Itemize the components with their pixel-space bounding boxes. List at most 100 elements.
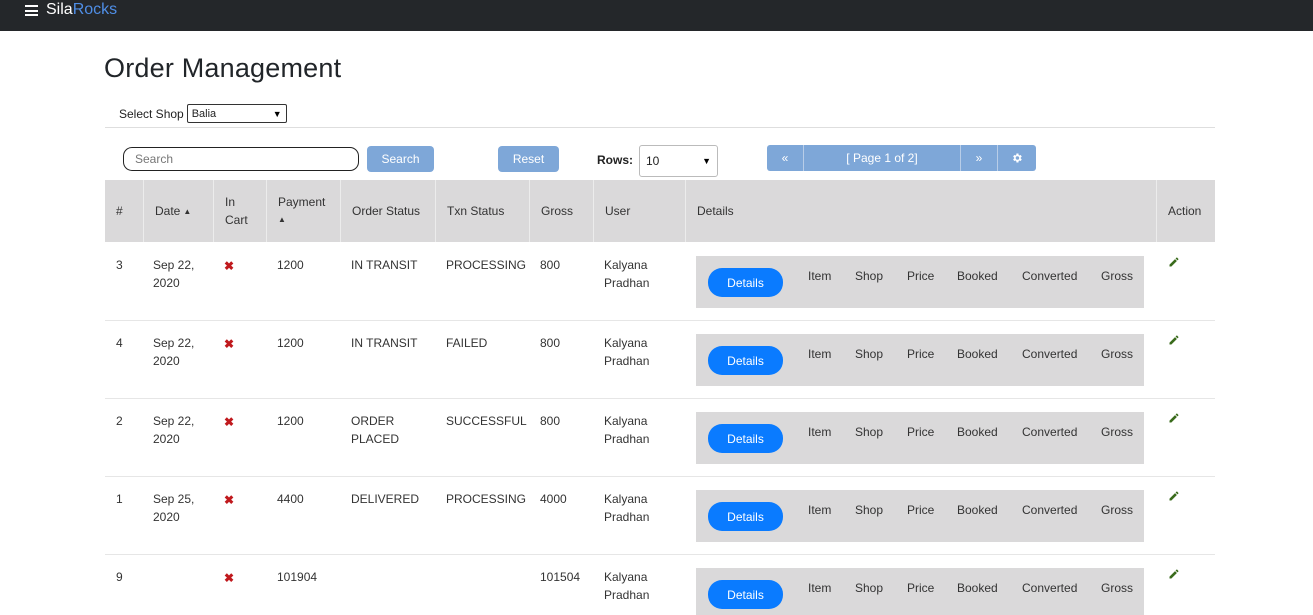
details-header-booked: Booked (957, 581, 998, 595)
cell-payment: 1200 (277, 336, 304, 350)
cell-date-line: 2020 (153, 510, 180, 524)
gear-button[interactable] (998, 145, 1036, 171)
details-button[interactable]: Details (708, 580, 783, 609)
details-header-shop: Shop (855, 269, 884, 283)
details-panel: Details Item Shop Price Booked Converted Gross (696, 334, 1144, 386)
details-header-price: Price (907, 425, 935, 439)
col-header-user-label: User (605, 204, 631, 218)
cell-txn-status: FAILED (446, 336, 488, 350)
table-header: # Date ▲︎ In Cart Payment ▲ Order Status Tx… (105, 180, 1215, 242)
sort-icon: ▲︎ (183, 206, 192, 216)
cell-payment: 101904 (277, 570, 318, 584)
cell-number: 2 (116, 414, 123, 428)
search-placeholder: Search (135, 152, 174, 166)
divider (105, 127, 1215, 128)
details-header-price: Price (907, 269, 935, 283)
col-header-in-cart-label-2: Cart (225, 213, 248, 227)
cell-date: Sep 25, 2020 (153, 490, 194, 526)
brand-logo[interactable]: SilaRocks (46, 1, 117, 19)
not-in-cart-icon: ✖ (224, 493, 235, 507)
cell-date: Sep 22, 2020 (153, 334, 194, 370)
cell-number: 3 (116, 258, 123, 272)
next-page-button[interactable]: » (961, 145, 998, 171)
chevron-down-icon: ▼ (272, 108, 282, 119)
edit-pencil-icon[interactable] (1168, 256, 1180, 268)
col-header-payment[interactable]: Payment ▲ (266, 180, 340, 242)
cell-payment: 1200 (277, 258, 304, 272)
cell-user-line: Kalyana (604, 336, 648, 350)
sort-icon: ▲ (278, 215, 286, 224)
page-info: [ Page 1 of 2] (804, 145, 961, 171)
col-header-order-status: Order Status (340, 180, 435, 242)
brand-name-part2: Rocks (72, 1, 118, 18)
details-button[interactable]: Details (708, 424, 783, 453)
cell-user-line: Kalyana (604, 492, 648, 506)
rows-per-page-value: 10 (646, 154, 660, 168)
cell-user-line: Kalyana (604, 258, 648, 272)
cell-gross: 4000 (540, 492, 567, 506)
cell-order-status-line: ORDER (351, 414, 395, 428)
search-button[interactable]: Search (367, 146, 434, 172)
cell-number: 4 (116, 336, 123, 350)
cell-user-line: Pradhan (604, 588, 650, 602)
shop-select[interactable]: Balia ▼ (186, 104, 287, 123)
cell-user: Kalyana Pradhan (604, 568, 649, 604)
first-page-button[interactable]: « (767, 145, 804, 171)
col-header-details-label: Details (697, 204, 734, 218)
rows-per-page-select[interactable]: 10 ▼ (639, 145, 718, 177)
details-header-price: Price (907, 503, 935, 517)
col-header-gross: Gross (529, 180, 593, 242)
details-panel: Details Item Shop Price Booked Converted Gross (696, 568, 1144, 615)
details-button[interactable]: Details (708, 268, 783, 297)
cell-date-line: 2020 (153, 276, 180, 290)
cell-user-line: Kalyana (604, 414, 648, 428)
cell-order-status-line: IN TRANSIT (351, 336, 418, 350)
col-header-number: # (105, 180, 143, 242)
cell-order-status: ORDER PLACED (351, 412, 399, 448)
details-button[interactable]: Details (708, 502, 783, 531)
edit-pencil-icon[interactable] (1168, 568, 1180, 580)
edit-pencil-icon[interactable] (1168, 334, 1180, 346)
details-button[interactable]: Details (708, 346, 783, 375)
col-header-date-label: Date (155, 204, 181, 218)
cell-user: Kalyana Pradhan (604, 412, 649, 448)
col-header-txn-status-label: Txn Status (447, 204, 505, 218)
shop-select-label: Select Shop (119, 106, 184, 121)
brand-name-part1: Sila (46, 1, 73, 18)
cell-order-status-line: PLACED (351, 432, 400, 446)
hamburger-menu-icon[interactable] (25, 5, 38, 16)
table-row: 9 101904 101504 Kalyana Pradhan ✖ Details Item S… (105, 555, 1215, 615)
cell-txn-status: PROCESSING (446, 258, 527, 272)
cell-gross: 101504 (540, 570, 581, 584)
details-header-converted: Converted (1022, 425, 1078, 439)
col-header-txn-status: Txn Status (435, 180, 529, 242)
col-header-date[interactable]: Date ▲︎ (143, 180, 213, 242)
col-header-payment-label: Payment (278, 195, 326, 209)
cell-txn-status: SUCCESSFUL (446, 414, 527, 428)
not-in-cart-icon: ✖ (224, 415, 235, 429)
cell-txn-status: PROCESSING (446, 492, 527, 506)
cell-number: 1 (116, 492, 123, 506)
edit-pencil-icon[interactable] (1168, 412, 1180, 424)
search-input[interactable]: Search (123, 147, 359, 171)
cell-payment: 1200 (277, 414, 304, 428)
details-header-converted: Converted (1022, 581, 1078, 595)
rows-label: Rows: (597, 153, 633, 167)
col-header-action-label: Action (1168, 204, 1202, 218)
details-panel: Details Item Shop Price Booked Converted Gross (696, 412, 1144, 464)
cell-order-status: IN TRANSIT (351, 334, 417, 352)
page-title: Order Management (104, 53, 342, 83)
cell-user: Kalyana Pradhan (604, 334, 649, 370)
col-header-user: User (593, 180, 685, 242)
details-header-shop: Shop (855, 503, 884, 517)
details-header-shop: Shop (855, 581, 884, 595)
details-header-price: Price (907, 347, 935, 361)
reset-button[interactable]: Reset (498, 146, 559, 172)
cell-date-line: 2020 (153, 432, 180, 446)
pagination: « [ Page 1 of 2] » (767, 145, 1036, 171)
edit-pencil-icon[interactable] (1168, 490, 1180, 502)
cell-payment: 4400 (277, 492, 304, 506)
details-header-gross: Gross (1101, 503, 1134, 517)
details-header-booked: Booked (957, 347, 998, 361)
cell-order-status-line: DELIVERED (351, 492, 420, 506)
